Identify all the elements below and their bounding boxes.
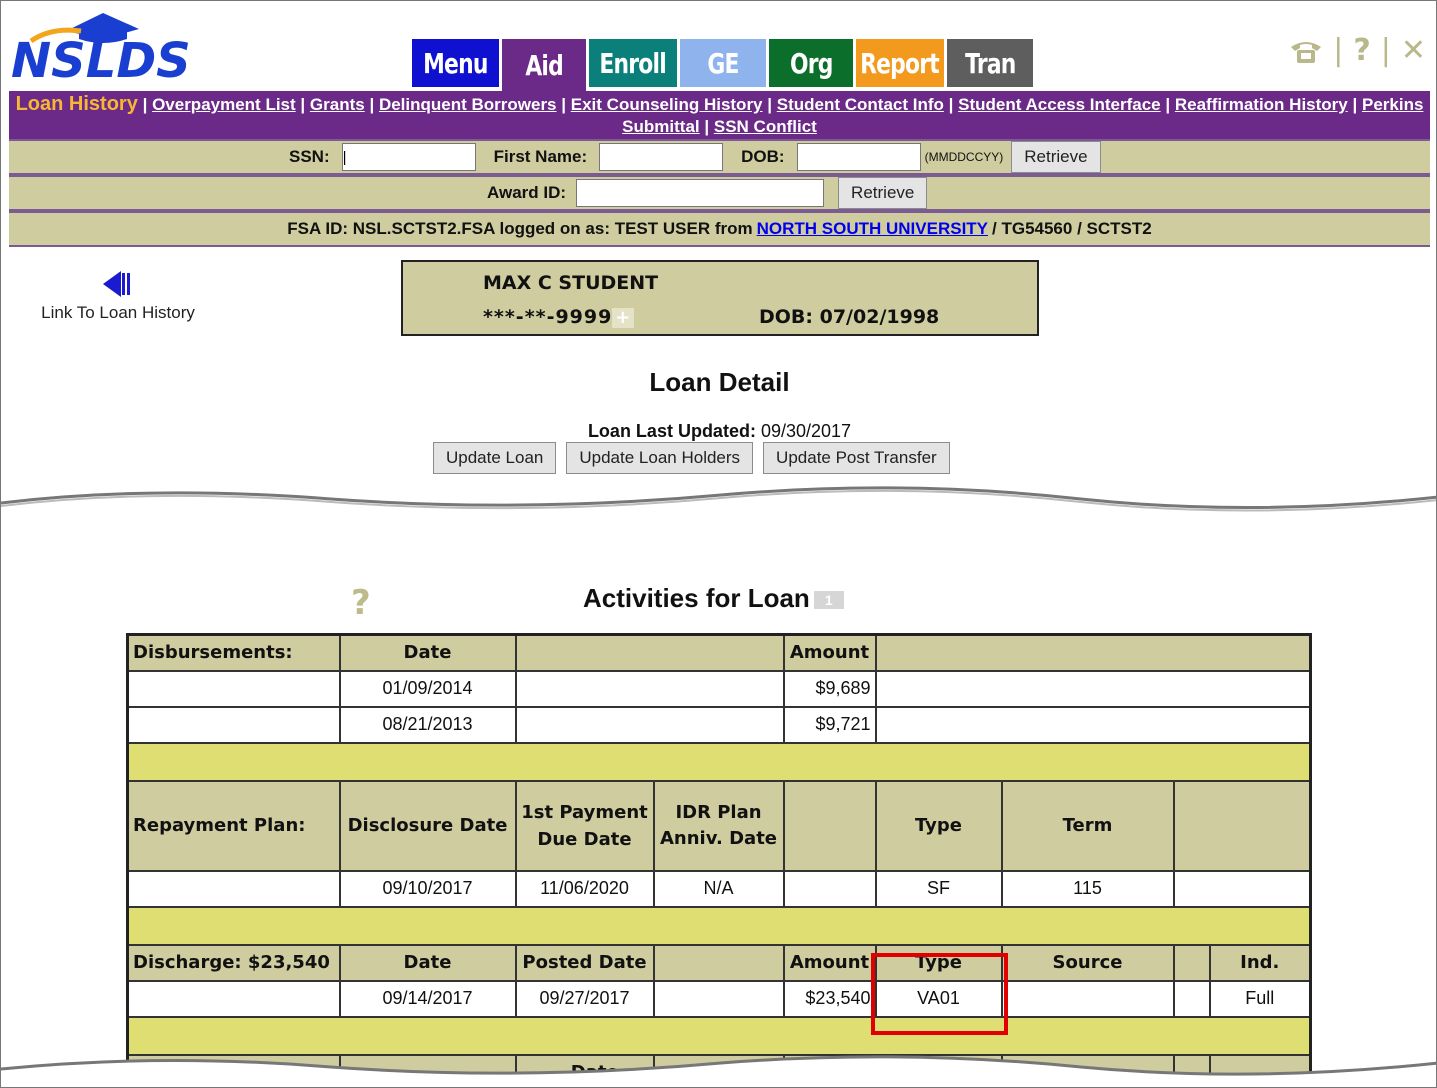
table-row: 09/10/2017 11/06/2020 N/A SF 115 (126, 869, 1312, 908)
close-icon[interactable]: ✕ (1401, 33, 1426, 68)
partial-header: ...nce: ...Date ...pe (126, 1053, 1312, 1087)
table-row: 01/09/2014 $9,689 (126, 669, 1312, 708)
section-separator (126, 741, 1312, 782)
update-loan-holders-button[interactable]: Update Loan Holders (566, 442, 754, 474)
student-info-box: MAX C STUDENT ***-**-9999 + DOB: 07/02/19… (401, 260, 1039, 336)
subnav-student-contact-info[interactable]: Student Contact Info (777, 95, 944, 114)
first-name-field[interactable] (599, 143, 724, 171)
help-icon[interactable]: ? (1353, 33, 1370, 68)
help-icon[interactable]: ? (351, 583, 371, 623)
update-loan-button[interactable]: Update Loan (433, 442, 557, 474)
discharge-type-cell: VA01 (874, 979, 1003, 1018)
dob-field[interactable] (796, 143, 921, 171)
ssn-label: SSN: (289, 147, 330, 166)
subnav-student-access-interface[interactable]: Student Access Interface (958, 95, 1161, 114)
award-id-field[interactable] (576, 179, 825, 207)
first-name-label: First Name: (493, 147, 588, 166)
util-separator: | (1380, 33, 1391, 68)
subnav-ssn-conflict[interactable]: SSN Conflict (714, 117, 817, 136)
section-separator (126, 905, 1312, 946)
student-ssn: ***-**-9999 + (483, 306, 635, 328)
activities-title: Activities for Loan 1 (583, 583, 844, 614)
disbursements-header: Disbursements: Date Amount (126, 633, 1312, 672)
logo-text: NSLDS (11, 33, 191, 85)
school-link[interactable]: NORTH SOUTH UNIVERSITY (757, 219, 988, 239)
dob-format-hint: (MMDDCCYY) (924, 150, 1004, 164)
aid-subnav: Loan History | Overpayment List | Grants… (9, 91, 1430, 139)
login-info-bar: FSA ID: NSL.SCTST2.FSA logged on as: TES… (9, 211, 1430, 247)
login-info-suffix: / TG54560 / SCTST2 (992, 219, 1152, 238)
nslds-window: NSLDS Menu Aid Enroll GE Org Report Tran… (0, 0, 1437, 1088)
award-search-bar: Award ID: Retrieve (9, 175, 1430, 211)
nslds-logo[interactable]: NSLDS (11, 7, 191, 85)
loan-last-updated: Loan Last Updated: 09/30/2017 (587, 421, 852, 441)
loan-actions: Update Loan Update Loan Holders Update P… (433, 442, 950, 474)
subnav-grants[interactable]: Grants (310, 95, 365, 114)
loan-number-badge: 1 (813, 591, 844, 610)
student-name: MAX C STUDENT (483, 272, 659, 294)
tab-enroll[interactable]: Enroll (589, 39, 677, 87)
torn-edge-divider (1, 486, 1436, 512)
tab-report[interactable]: Report (856, 39, 944, 87)
link-to-loan-history[interactable]: Link To Loan History (23, 269, 213, 323)
subnav-exit-counseling-history[interactable]: Exit Counseling History (571, 95, 763, 114)
tab-aid[interactable]: Aid (502, 39, 586, 91)
tab-ge[interactable]: GE (680, 39, 766, 87)
retrieve-button[interactable]: Retrieve (1011, 141, 1101, 173)
utility-icons: | ? | ✕ (1289, 33, 1426, 68)
table-row: 08/21/2013 $9,721 (126, 705, 1312, 744)
ssn-field[interactable] (341, 143, 476, 171)
tab-org[interactable]: Org (769, 39, 853, 87)
award-id-label: Award ID: (487, 183, 567, 202)
login-info-text: FSA ID: NSL.SCTST2.FSA logged on as: TES… (287, 219, 753, 238)
discharge-header: Discharge: $23,540 Date Posted Date Amou… (126, 943, 1312, 982)
section-separator (126, 1015, 1312, 1056)
subnav-reaffirmation-history[interactable]: Reaffirmation History (1175, 95, 1348, 114)
page-title: Loan Detail (649, 367, 790, 397)
activities-table: Disbursements: Date Amount 01/09/2014 $9… (126, 633, 1312, 1087)
util-separator: | (1333, 33, 1344, 68)
phone-icon[interactable] (1289, 37, 1323, 65)
tab-tran[interactable]: Tran (947, 39, 1033, 87)
tab-menu[interactable]: Menu (412, 39, 499, 87)
subnav-delinquent-borrowers[interactable]: Delinquent Borrowers (379, 95, 557, 114)
update-post-transfer-button[interactable]: Update Post Transfer (763, 442, 950, 474)
student-dob: DOB: 07/02/1998 (759, 306, 940, 328)
dob-label: DOB: (741, 147, 785, 166)
subnav-overpayment-list[interactable]: Overpayment List (152, 95, 296, 114)
repayment-header: Repayment Plan: Disclosure Date 1st Paym… (126, 779, 1312, 872)
subnav-loan-history[interactable]: Loan History (16, 93, 138, 115)
back-arrow-icon (103, 271, 130, 297)
table-row: 09/14/2017 09/27/2017 $23,540 VA01 Full (126, 979, 1312, 1018)
expand-ssn-icon[interactable]: + (612, 307, 635, 328)
student-search-bar: SSN: First Name: DOB: (MMDDCCYY) Retriev… (9, 139, 1430, 175)
link-to-loan-history-label: Link To Loan History (41, 303, 195, 322)
retrieve-award-button[interactable]: Retrieve (838, 177, 928, 209)
